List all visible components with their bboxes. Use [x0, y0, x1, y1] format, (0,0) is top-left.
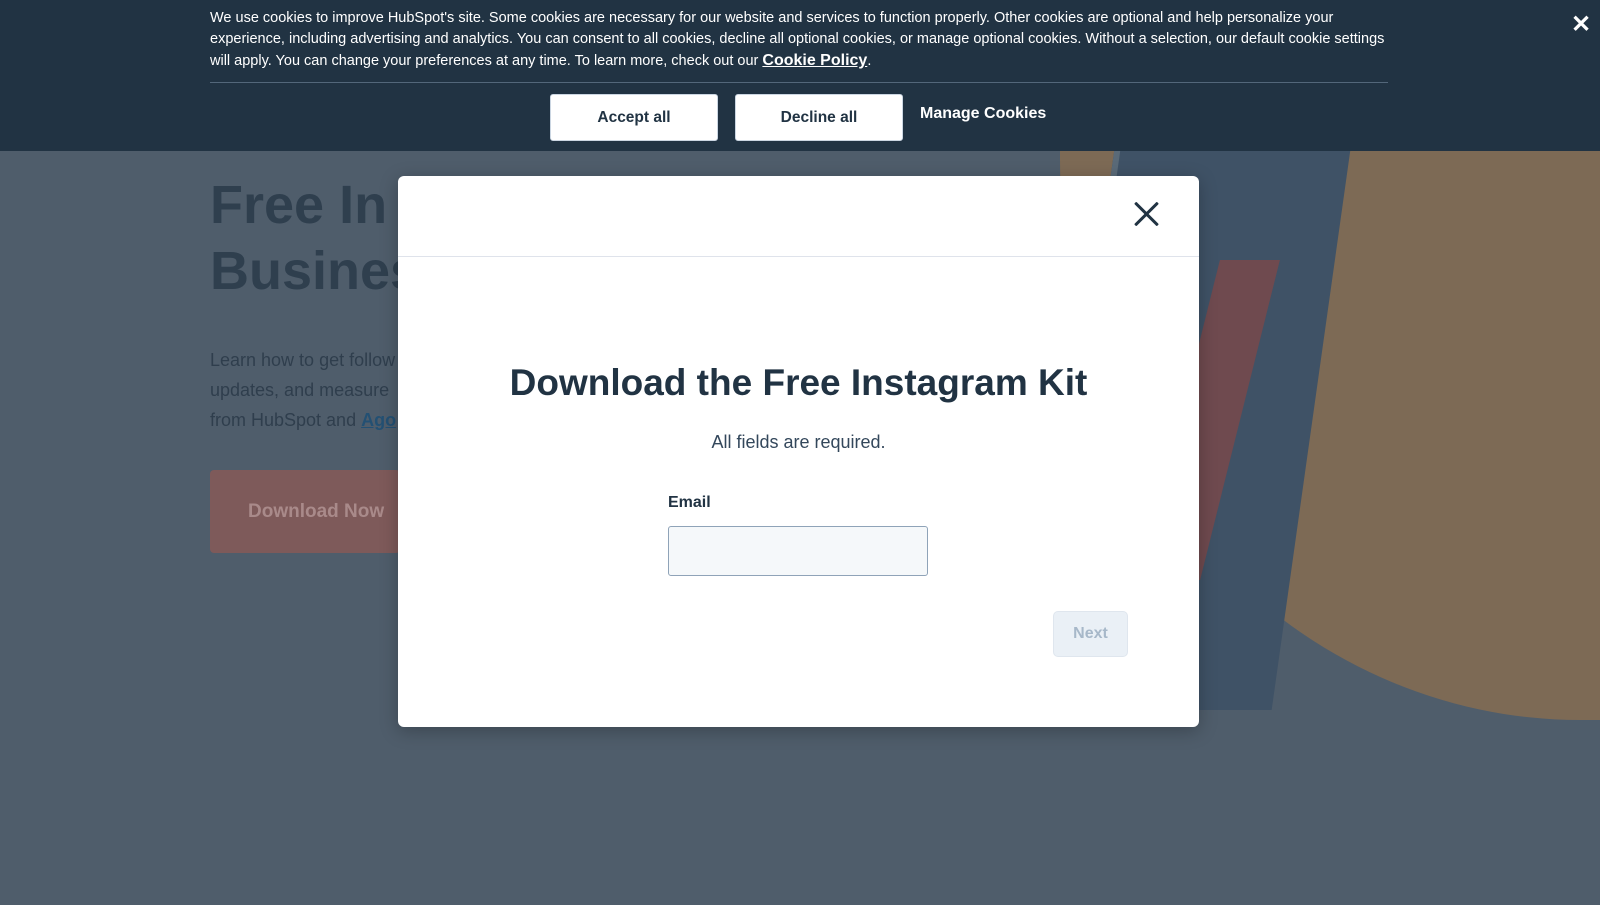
email-field[interactable] — [668, 526, 928, 576]
cookie-period: . — [867, 53, 872, 69]
cookie-banner-text: We use cookies to improve HubSpot's site… — [210, 8, 1390, 72]
cookie-policy-link[interactable]: Cookie Policy — [762, 52, 867, 69]
next-button[interactable]: Next — [1053, 611, 1128, 657]
background-link[interactable]: Ago — [361, 410, 396, 430]
cookie-divider — [210, 82, 1388, 83]
accept-all-button[interactable]: Accept all — [550, 94, 718, 141]
download-now-button[interactable]: Download Now — [210, 470, 400, 553]
download-modal: Download the Free Instagram Kit All fiel… — [398, 176, 1199, 727]
modal-close-icon[interactable] — [1130, 198, 1162, 230]
modal-title: Download the Free Instagram Kit — [509, 362, 1088, 403]
modal-header — [398, 176, 1199, 257]
decline-all-button[interactable]: Decline all — [735, 94, 903, 141]
modal-subtitle: All fields are required. — [711, 432, 886, 452]
title-line-1: Free In — [210, 175, 388, 235]
title-line-2: Busines — [210, 241, 421, 301]
cookie-banner: We use cookies to improve HubSpot's site… — [0, 0, 1600, 151]
desc-line-3: from HubSpot and — [210, 410, 362, 430]
desc-line-1: Learn how to get follow — [210, 350, 396, 370]
background-page-title: Free In Busines — [210, 172, 420, 304]
manage-cookies-button[interactable]: Manage Cookies — [920, 105, 1046, 123]
desc-line-2: updates, and measure — [210, 380, 390, 400]
email-label: Email — [668, 494, 711, 511]
close-icon[interactable]: ✕ — [1568, 12, 1594, 38]
